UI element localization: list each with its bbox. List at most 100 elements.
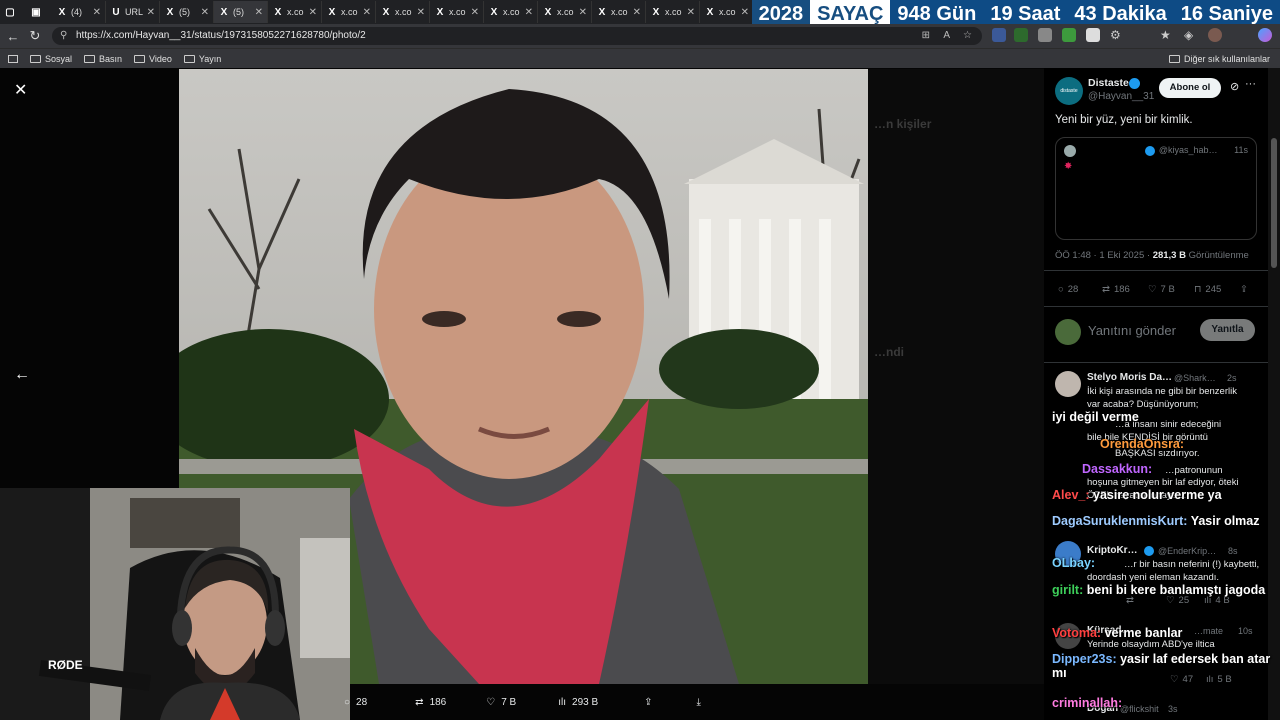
extension-icon-5[interactable] [1086,28,1100,42]
retweet-action[interactable]: ⇄ 186 [1102,284,1130,295]
heart-icon: ♡ [1148,284,1157,295]
reply-avatar[interactable] [1055,371,1081,397]
reply-icon: ○ [344,696,351,708]
share-action[interactable]: ⇪ [644,697,652,708]
download-action[interactable]: ⤓ [697,697,701,708]
read-aloud-icon[interactable]: A [943,27,950,45]
like-action[interactable]: ♡ 7 B [486,697,516,708]
reply-handle[interactable]: @flickshit [1120,704,1159,714]
divider [1044,270,1280,271]
favorite-star-icon[interactable]: ☆ [963,27,972,45]
author-name[interactable]: Distaste [1088,77,1129,89]
views-action[interactable]: ılı 293 B [558,697,598,708]
browser-tab[interactable]: Xx.co ✕ [376,1,430,23]
bookmark-menu-icon[interactable] [8,54,18,63]
other-bookmarks[interactable]: Diğer sık kullanılanlar [1168,54,1270,64]
scrollbar-thumb[interactable] [1271,138,1277,268]
tab-title: x.co [557,7,574,17]
close-tab-icon[interactable]: ✕ [633,7,641,18]
reply-time: 2s [1227,373,1237,383]
profile-avatar[interactable] [1208,28,1222,42]
close-tab-icon[interactable]: ✕ [255,7,263,18]
browser-tab[interactable]: Xx.co ✕ [538,1,592,23]
split-screen-icon[interactable]: ⊞ [922,27,930,45]
close-tab-icon[interactable]: ✕ [147,7,155,18]
browser-tab[interactable]: Xx.co ✕ [430,1,484,23]
close-tab-icon[interactable]: ✕ [525,7,533,18]
browser-tab[interactable]: X (5) ✕ [160,1,214,23]
close-viewer-button[interactable]: ✕ [14,80,27,100]
reply-submit-button[interactable]: Yanıtla [1200,319,1255,341]
browser-tab[interactable]: X (4) ✕ [52,1,106,23]
close-tab-icon[interactable]: ✕ [741,7,749,18]
tab-title: URL [125,7,144,17]
chat-message: girilt: beni bi kere banlamıştı jagoda [1052,583,1265,597]
like-action[interactable]: ♡ 7 B [1148,284,1175,295]
browser-tab[interactable]: Xx.co ✕ [700,1,754,23]
reply-handle[interactable]: …mate [1194,626,1223,636]
close-tab-icon[interactable]: ✕ [471,7,479,18]
bookmarks-bar: Sosyal Basın Video Yayın Diğer sık kullanıl… [0,48,1280,68]
quoted-tweet[interactable]: KIYAS HAB… @kiyas_hab… 11s ✸ NTV Washing… [1055,137,1257,240]
extension-icon-1[interactable] [992,28,1006,42]
browser-tab[interactable]: Xx.co ✕ [592,1,646,23]
share-action[interactable]: ⇪ [1240,284,1248,295]
photo-action-bar: ○ 28 ⇄ 186 ♡ 7 B ılı 293 B ⇪ ⤓ [340,684,868,720]
tab-actions-button[interactable]: ▢ [0,1,26,23]
bookmark-folder[interactable]: Yayın [183,54,221,64]
tab-favicon-icon: X [706,6,714,18]
reply-action[interactable]: ○ 28 [344,697,367,708]
more-options-icon[interactable]: ··· [1245,78,1256,90]
shield-icon[interactable]: ◈ [1184,28,1198,42]
views-label: Görüntülenme [1188,250,1249,261]
bookmark-folder[interactable]: Sosyal [30,54,72,64]
reply-author[interactable]: KriptoKr… [1087,545,1138,556]
grok-icon[interactable]: ⊘ [1230,80,1239,93]
tab-favicon-icon: X [220,6,228,18]
reload-button[interactable]: ↻ [24,25,46,47]
site-info-icon[interactable]: ⚲ [60,27,67,45]
tab-vertical-button[interactable]: ▣ [26,1,52,23]
tweet-timestamp[interactable]: ÖÖ 1:48 · 1 Eki 2025 · 281,3 B Görüntüle… [1055,250,1249,261]
browser-tab[interactable]: Xx.co ✕ [322,1,376,23]
reply-input[interactable]: Yanıtını gönder [1088,323,1176,338]
scrollbar[interactable] [1268,68,1280,720]
favorites-icon[interactable]: ★ [1160,28,1174,42]
browser-tab[interactable]: Xx.co ✕ [268,1,322,23]
close-tab-icon[interactable]: ✕ [363,7,371,18]
browser-tab[interactable]: Xx.co ✕ [484,1,538,23]
close-tab-icon[interactable]: ✕ [93,7,101,18]
bookmark-folder[interactable]: Basın [84,54,122,64]
bookmark-action[interactable]: ⊓ 245 [1194,284,1221,295]
retweet-action[interactable]: ⇄ 186 [415,697,446,708]
browser-tab[interactable]: X (5) ✕ [214,1,268,23]
extensions-puzzle-icon[interactable]: ⚙ [1110,28,1124,42]
previous-photo-button[interactable]: ← [14,366,30,384]
close-tab-icon[interactable]: ✕ [201,7,209,18]
tab-title: (4) [71,7,82,17]
author-avatar[interactable]: distaste [1055,77,1083,105]
reply-handle[interactable]: @Shark… [1174,373,1216,383]
reply-author[interactable]: Stelyo Moris Da… [1087,372,1172,383]
extension-icon-3[interactable] [1038,28,1052,42]
copilot-icon[interactable] [1258,28,1272,42]
reply-action[interactable]: ○ 28 [1058,284,1078,295]
chat-message: criminallah: [1052,696,1122,710]
extension-icon-4[interactable] [1062,28,1076,42]
close-tab-icon[interactable]: ✕ [417,7,425,18]
bookmark-folder[interactable]: Video [134,54,172,64]
tab-favicon-icon: X [652,6,660,18]
dimmed-sidebar: …n kişiler …ndi [868,69,1044,684]
reply-handle[interactable]: @EnderKrip… [1158,546,1216,556]
back-button[interactable]: ← [2,25,24,47]
browser-tab[interactable]: Xx.co ✕ [646,1,700,23]
extension-icon-2[interactable] [1014,28,1028,42]
close-tab-icon[interactable]: ✕ [579,7,587,18]
author-handle[interactable]: @Hayvan__31 [1088,91,1154,102]
subscribe-button[interactable]: Abone ol [1159,78,1221,98]
close-tab-icon[interactable]: ✕ [687,7,695,18]
chat-message: Dassakkun: [1082,462,1152,476]
url-bar[interactable]: ⚲ https://x.com/Hayvan__31/status/197315… [52,27,982,45]
close-tab-icon[interactable]: ✕ [309,7,317,18]
browser-tab[interactable]: U URL ✕ [106,1,160,23]
